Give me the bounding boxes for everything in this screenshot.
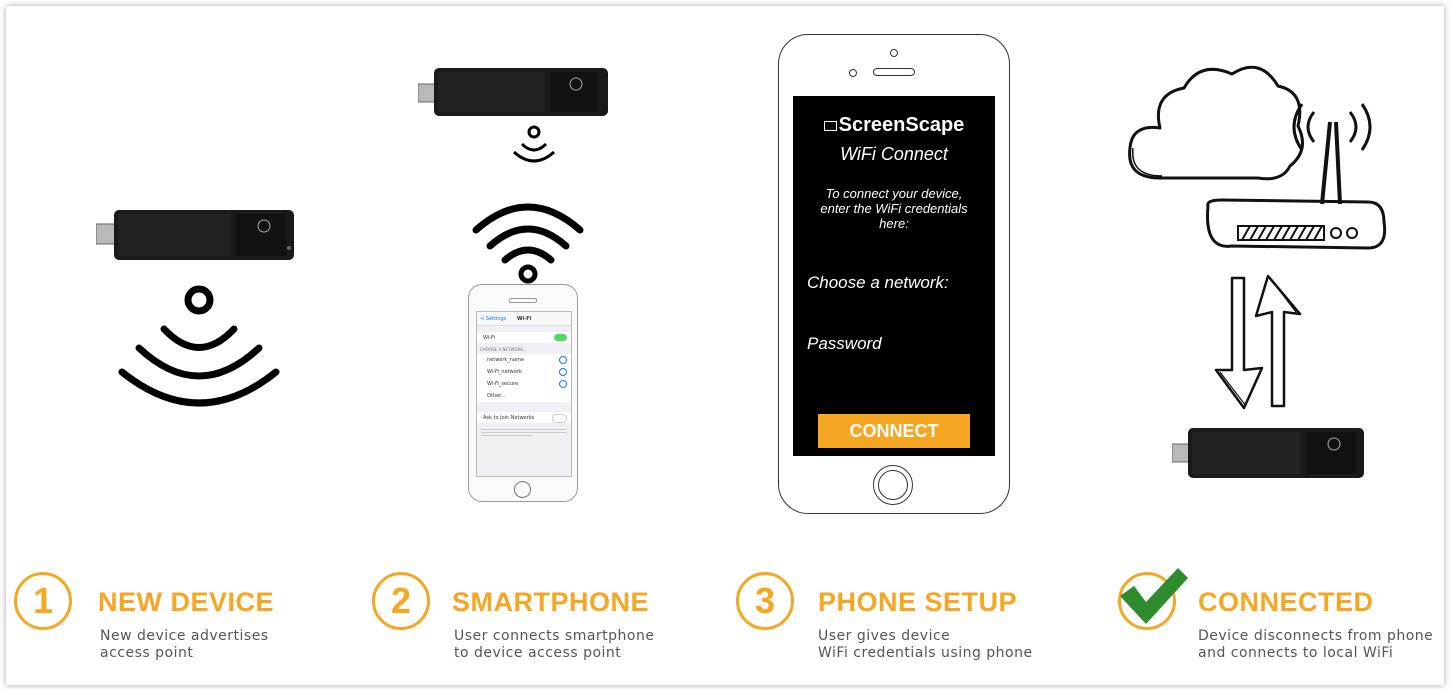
step-1-desc-line-1: New device advertises [100,628,269,644]
mini-title: Wi-Fi [517,316,532,322]
step-1-number: 1 [14,572,72,630]
broadcast-signal-icon [114,284,284,419]
camera [890,49,898,57]
network-item[interactable]: Wi-Fi_secure [487,381,518,387]
checkmark-icon [1114,564,1190,630]
step-4-desc-line-1: Device disconnects from phone [1198,628,1434,644]
fine-print [481,427,567,441]
compute-stick-3 [1172,422,1372,484]
instructions-line-1: To connect your device, [825,186,963,201]
wifi-toggle[interactable] [554,334,567,341]
small-signal-icon [504,124,564,174]
step-3-number: 3 [736,572,794,630]
app-screen: ScreenScape WiFi Connect To connect your… [793,96,995,456]
speaker [873,68,915,76]
step-3-desc-line-1: User gives device [818,628,951,644]
compute-stick-2 [418,62,618,122]
home-button[interactable] [514,481,531,498]
sensor [849,69,857,77]
screen-logo-icon [823,120,837,131]
step-4-title: CONNECTED [1198,587,1374,617]
router-icon [1202,82,1392,252]
network-item[interactable]: Other... [487,393,506,399]
ask-join-label: Ask to Join Networks [483,415,535,421]
info-icon[interactable] [559,356,567,364]
step-1-title: NEW DEVICE [98,587,275,617]
speaker [509,298,537,303]
step-2-number: 2 [372,572,430,630]
smartphone-app: ScreenScape WiFi Connect To connect your… [778,34,1010,514]
step-2-desc-line-2: to device access point [454,645,622,661]
ask-toggle[interactable] [552,414,567,423]
step-4-desc-line-2: and connects to local WiFi [1198,645,1394,661]
bidirectional-arrows-icon [1210,266,1320,416]
back-link[interactable]: < Settings [480,316,506,322]
diagram-frame: < Settings Wi-Fi Wi-Fi CHOOSE A NETWORK.… [6,6,1444,685]
network-item[interactable]: Wi-Fi_network [487,369,522,375]
step-3-desc-line-2: WiFi credentials using phone [818,645,1033,661]
instructions-line-2: enter the WiFi credentials [820,201,968,216]
smartphone-settings: < Settings Wi-Fi Wi-Fi CHOOSE A NETWORK.… [468,284,578,502]
step-2-desc-line-1: User connects smartphone [454,628,655,644]
home-button[interactable] [873,465,913,505]
password-field[interactable]: Password [807,334,882,354]
connect-button[interactable]: CONNECT [818,414,970,448]
step-3-title: PHONE SETUP [818,587,1018,617]
info-icon[interactable] [559,368,567,376]
wifi-row-label: Wi-Fi [483,335,495,341]
compute-stick-1 [96,204,306,266]
instructions-line-3: here: [879,216,909,231]
wifi-icon [470,192,586,284]
step-2-title: SMARTPHONE [452,587,650,617]
app-subtitle: WiFi Connect [840,144,948,164]
networks-section: CHOOSE A NETWORK... [480,347,527,352]
network-select[interactable]: Choose a network: [807,273,949,293]
network-item[interactable]: network_name [487,357,524,363]
app-brand: ScreenScape [793,114,995,137]
info-icon[interactable] [559,380,567,388]
step-1-desc-line-2: access point [100,645,194,661]
mini-screen: < Settings Wi-Fi Wi-Fi CHOOSE A NETWORK.… [476,311,572,477]
